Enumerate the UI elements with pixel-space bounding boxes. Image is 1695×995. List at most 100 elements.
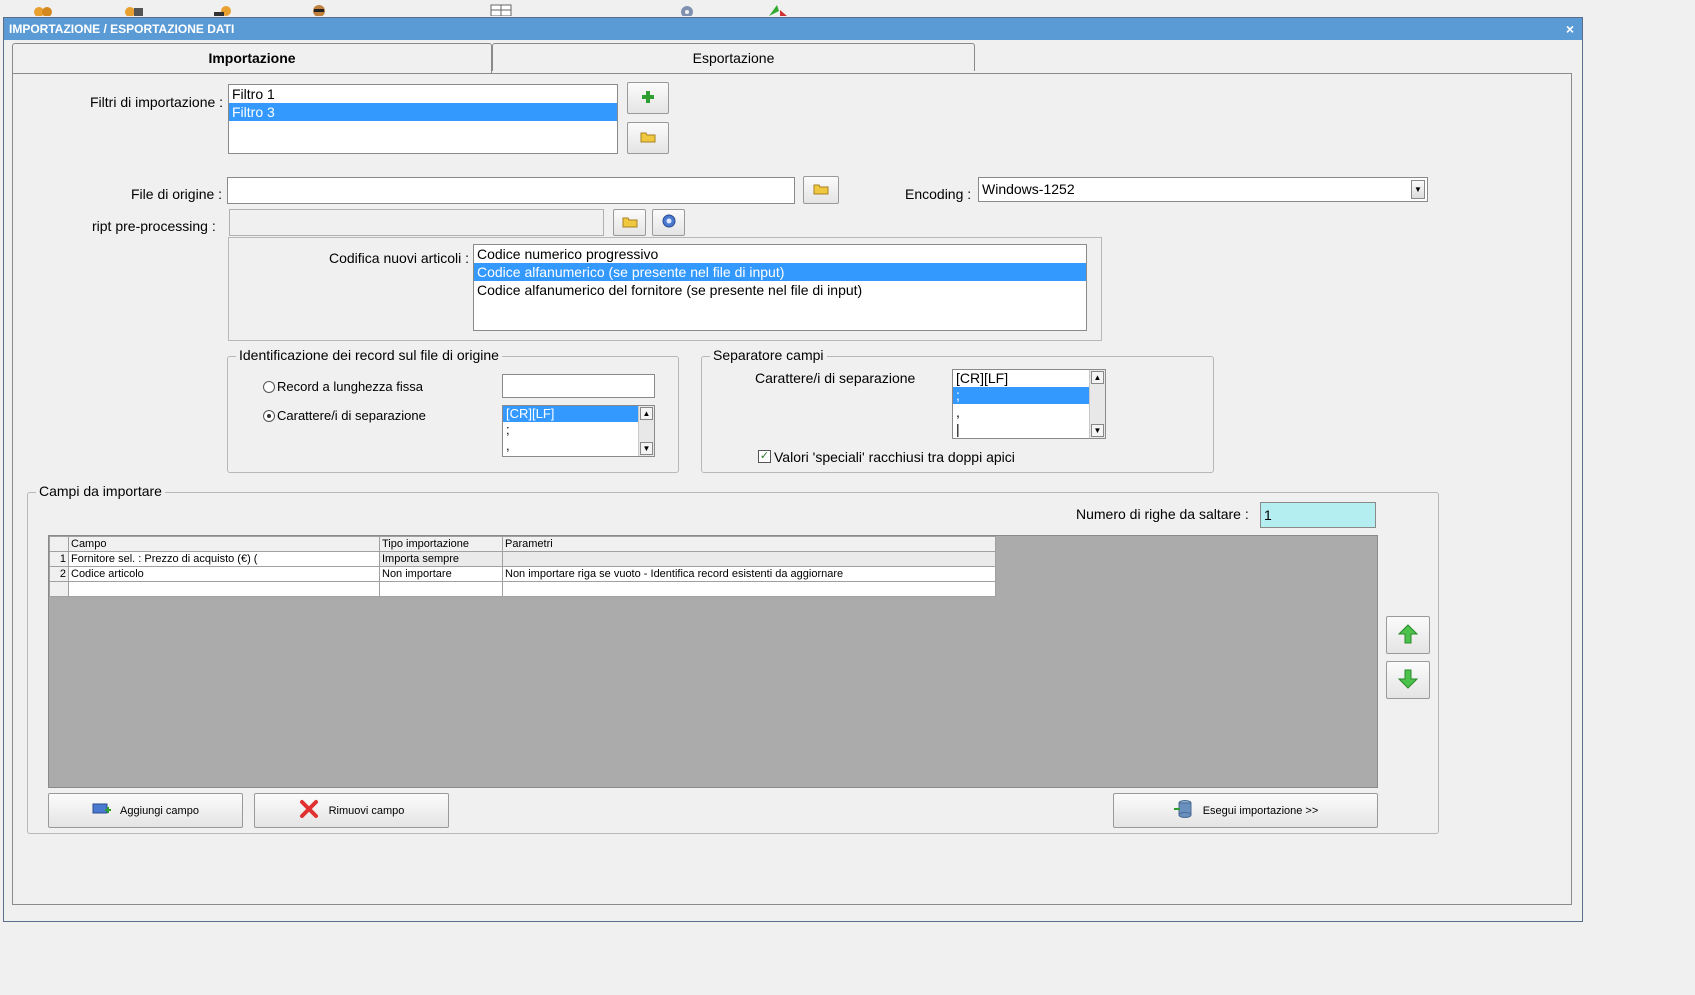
scroll-up-icon[interactable]: ▲ bbox=[1091, 371, 1104, 384]
folder-icon bbox=[622, 215, 638, 231]
cell-tipo[interactable]: Importa sempre bbox=[379, 551, 503, 567]
agent-icon[interactable] bbox=[212, 2, 234, 16]
codifica-listbox[interactable]: Codice numerico progressivo Codice alfan… bbox=[473, 244, 1087, 331]
cell-parametri[interactable]: Non importare riga se vuoto - Identifica… bbox=[502, 566, 996, 582]
fields-table: Campo Tipo importazione Parametri 1 Forn… bbox=[49, 536, 996, 597]
open-filter-button[interactable] bbox=[627, 122, 669, 154]
row-number-header bbox=[49, 536, 69, 552]
list-item[interactable]: Filtro 3 bbox=[229, 103, 617, 121]
cell-tipo[interactable] bbox=[379, 581, 503, 597]
list-item[interactable]: [CR][LF] bbox=[503, 406, 638, 422]
cell-campo[interactable]: Fornitore sel. : Prezzo di acquisto (€) … bbox=[68, 551, 380, 567]
fixed-length-input[interactable] bbox=[502, 374, 655, 398]
filters-label: Filtri di importazione : bbox=[90, 94, 224, 110]
import-tab-panel: Filtri di importazione : Filtro 1 Filtro… bbox=[12, 73, 1572, 905]
move-up-button[interactable] bbox=[1386, 616, 1430, 654]
filters-listbox[interactable]: Filtro 1 Filtro 3 bbox=[228, 84, 618, 154]
move-down-button[interactable] bbox=[1386, 661, 1430, 699]
list-item[interactable]: Codice alfanumerico del fornitore (se pr… bbox=[474, 281, 1086, 299]
browse-source-file-button[interactable] bbox=[803, 176, 839, 204]
remove-field-button[interactable]: Rimuovi campo bbox=[254, 793, 449, 828]
close-icon[interactable]: × bbox=[1566, 18, 1574, 40]
table-header-row: Campo Tipo importazione Parametri bbox=[49, 536, 996, 552]
fields-grid[interactable]: Campo Tipo importazione Parametri 1 Forn… bbox=[48, 535, 1378, 788]
add-filter-button[interactable] bbox=[627, 82, 669, 114]
separator-radio[interactable] bbox=[263, 410, 275, 422]
toolbar-icon-strip bbox=[0, 0, 1695, 17]
row-number: 2 bbox=[49, 566, 69, 582]
gear-icon[interactable] bbox=[676, 2, 698, 17]
column-header[interactable]: Parametri bbox=[502, 536, 996, 552]
tab-importazione[interactable]: Importazione bbox=[12, 43, 492, 73]
list-item[interactable]: [CR][LF] bbox=[953, 370, 1105, 387]
cell-tipo[interactable]: Non importare bbox=[379, 566, 503, 582]
folder-icon bbox=[640, 130, 656, 146]
list-item[interactable]: , bbox=[953, 404, 1105, 421]
list-item[interactable]: | bbox=[953, 421, 1105, 438]
skip-rows-input[interactable]: 1 bbox=[1260, 502, 1376, 528]
record-identification-legend: Identificazione dei record sul file di o… bbox=[236, 347, 502, 363]
contacts-icon[interactable] bbox=[122, 2, 144, 17]
encoding-select[interactable]: Windows-1252 ▼ bbox=[978, 177, 1428, 202]
users-icon[interactable] bbox=[32, 2, 54, 17]
table-row[interactable]: 1 Fornitore sel. : Prezzo di acquisto (€… bbox=[49, 551, 996, 567]
run-import-button[interactable]: Esegui importazione >> bbox=[1113, 793, 1378, 828]
field-separator-legend: Separatore campi bbox=[710, 347, 827, 363]
plus-icon bbox=[641, 90, 655, 107]
source-file-input[interactable] bbox=[227, 177, 795, 204]
record-identification-group: Identificazione dei record sul file di o… bbox=[227, 347, 679, 473]
add-field-label: Aggiungi campo bbox=[120, 804, 199, 817]
cell-parametri[interactable] bbox=[502, 581, 996, 597]
list-item[interactable]: ; bbox=[953, 387, 1089, 404]
spreadsheet-icon[interactable] bbox=[490, 2, 512, 17]
add-field-button[interactable]: Aggiungi campo bbox=[48, 793, 243, 828]
list-item[interactable]: ; bbox=[503, 422, 654, 438]
scroll-down-icon[interactable]: ▼ bbox=[640, 442, 653, 455]
field-separator-label: Carattere/i di separazione bbox=[755, 370, 916, 386]
skip-rows-label: Numero di righe da saltare : bbox=[1076, 506, 1249, 522]
source-file-label: File di origine : bbox=[131, 186, 223, 202]
record-separator-listbox[interactable]: [CR][LF] ; , ▲ ▼ bbox=[502, 405, 655, 457]
field-separator-listbox[interactable]: [CR][LF] ; , | ▲ ▼ bbox=[952, 369, 1106, 439]
tab-esportazione[interactable]: Esportazione bbox=[492, 43, 975, 71]
column-header[interactable]: Tipo importazione bbox=[379, 536, 503, 552]
fields-group: Campi da importare Numero di righe da sa… bbox=[27, 483, 1439, 834]
record-separator-scrollbar[interactable]: ▲ ▼ bbox=[638, 406, 654, 456]
tab-importazione-label: Importazione bbox=[208, 50, 296, 66]
script-help-button[interactable] bbox=[652, 209, 685, 236]
cell-campo[interactable]: Codice articolo bbox=[68, 566, 380, 582]
list-item[interactable]: Filtro 1 bbox=[229, 85, 617, 103]
sync-icon[interactable] bbox=[766, 2, 788, 16]
run-import-label: Esegui importazione >> bbox=[1202, 804, 1319, 817]
person-icon[interactable] bbox=[308, 2, 330, 17]
field-separator-scrollbar[interactable]: ▲ ▼ bbox=[1089, 370, 1105, 438]
list-item[interactable]: Codice alfanumerico (se presente nel fil… bbox=[474, 263, 1086, 281]
tab-esportazione-label: Esportazione bbox=[692, 50, 775, 66]
script-input[interactable] bbox=[229, 209, 604, 236]
cell-parametri[interactable] bbox=[502, 551, 996, 567]
list-item[interactable]: , bbox=[503, 438, 654, 454]
cell-campo[interactable] bbox=[68, 581, 380, 597]
arrow-up-icon bbox=[1397, 623, 1419, 647]
database-icon bbox=[1173, 799, 1193, 822]
scroll-down-icon[interactable]: ▼ bbox=[1091, 424, 1104, 437]
separator-label: Carattere/i di separazione bbox=[277, 408, 426, 423]
row-number: 1 bbox=[49, 551, 69, 567]
encoding-label: Encoding : bbox=[905, 186, 972, 202]
window-titlebar: IMPORTAZIONE / ESPORTAZIONE DATI × bbox=[4, 18, 1582, 40]
column-header[interactable]: Campo bbox=[68, 536, 380, 552]
row-number bbox=[49, 581, 69, 597]
fixed-length-radio[interactable] bbox=[263, 381, 275, 393]
remove-field-label: Rimuovi campo bbox=[328, 804, 405, 817]
help-icon bbox=[662, 214, 676, 231]
chevron-down-icon[interactable]: ▼ bbox=[1411, 180, 1425, 199]
list-item[interactable]: Codice numerico progressivo bbox=[474, 245, 1086, 263]
script-label: ript pre-processing : bbox=[92, 218, 216, 234]
quotes-checkbox[interactable]: ✓ bbox=[758, 450, 771, 463]
table-row[interactable]: 2 Codice articolo Non importare Non impo… bbox=[49, 566, 996, 582]
browse-script-button[interactable] bbox=[613, 209, 646, 236]
import-export-window: IMPORTAZIONE / ESPORTAZIONE DATI × Impor… bbox=[3, 17, 1583, 922]
window-title: IMPORTAZIONE / ESPORTAZIONE DATI bbox=[9, 22, 235, 36]
table-row[interactable] bbox=[49, 581, 996, 597]
scroll-up-icon[interactable]: ▲ bbox=[640, 407, 653, 420]
